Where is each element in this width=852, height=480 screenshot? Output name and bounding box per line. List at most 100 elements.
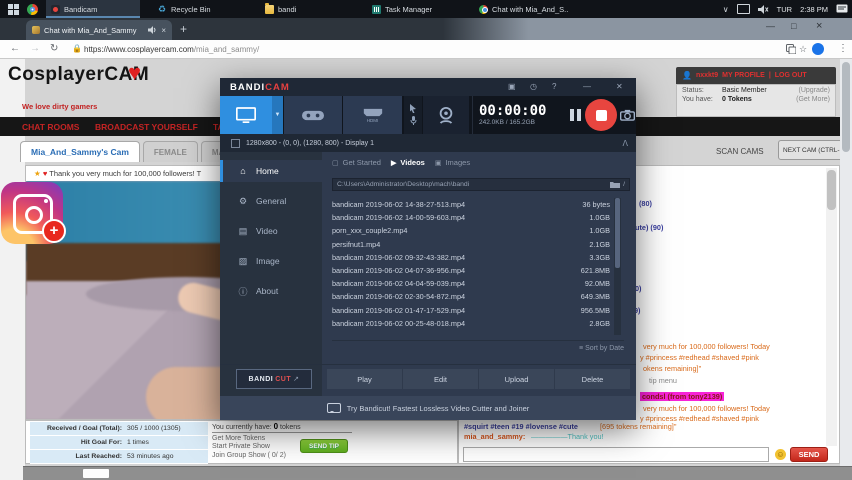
file-row[interactable]: bandicam 2019-06-02 14-38-27-513.mp4 36 … xyxy=(332,198,610,211)
taskbar-app[interactable]: Chat with Mia_And_S... xyxy=(474,0,568,18)
file-row[interactable]: bandicam 2019-06-02 00-25-48-018.mp4 2.8… xyxy=(332,317,610,330)
collapse-chevron-icon[interactable]: ᐱ xyxy=(623,139,628,148)
sidebar-item[interactable]: Home xyxy=(220,160,322,182)
start-button-icon[interactable] xyxy=(8,4,19,15)
screen-recording-mode-button[interactable] xyxy=(220,96,272,134)
tab-audio-icon[interactable] xyxy=(148,26,157,34)
file-name: persifnut1.mp4 xyxy=(332,240,558,249)
library-tab[interactable]: Get Started xyxy=(332,158,381,167)
file-row[interactable]: bandicam 2019-06-02 01-47-17-529.mp4 956… xyxy=(332,304,610,317)
site-nav-link[interactable]: BROADCAST YOURSELF xyxy=(95,122,198,132)
chat-message: (80) xyxy=(639,199,652,208)
open-folder-icon[interactable]: ▣ xyxy=(508,82,516,91)
chat-send-button[interactable]: SEND xyxy=(790,447,828,462)
file-row[interactable]: bandicam 2019-06-02 14-00-59-603.mp4 1.0… xyxy=(332,211,610,224)
back-button[interactable]: ← xyxy=(10,43,20,54)
bandicut-promo-bar[interactable]: Try Bandicut! Fastest Lossless Video Cut… xyxy=(220,396,636,420)
sidebar-item[interactable]: About xyxy=(220,280,322,302)
volume-muted-icon[interactable] xyxy=(758,5,769,14)
my-profile-link[interactable]: MY PROFILE xyxy=(722,72,765,79)
page-vertical-scrollbar[interactable] xyxy=(840,58,852,480)
sidebar-item[interactable]: Image xyxy=(220,250,322,272)
translate-icon[interactable] xyxy=(786,44,796,54)
browser-tab[interactable]: Chat with Mia_And_Sammy × xyxy=(26,20,172,40)
file-action-button[interactable]: Play xyxy=(327,369,403,389)
send-tip-button[interactable]: SEND TIP xyxy=(300,439,348,453)
bandicam-close-button[interactable]: ✕ xyxy=(616,82,623,91)
window-minimize-button[interactable]: — xyxy=(766,21,775,31)
sidebar-item[interactable]: Video xyxy=(220,220,322,242)
new-tab-button[interactable]: + xyxy=(180,22,187,36)
window-close-button[interactable]: × xyxy=(816,20,822,32)
cursor-icon[interactable] xyxy=(409,104,417,113)
file-row[interactable]: bandicam 2019-06-02 02-30-54-872.mp4 649… xyxy=(332,290,610,303)
chrome-launcher-icon[interactable] xyxy=(27,4,38,15)
capture-target-bar[interactable]: 1280x800 - (0, 0), (1280, 800) - Display… xyxy=(220,134,636,152)
taskbar-app[interactable]: bandi xyxy=(260,0,354,18)
notification-icon[interactable] xyxy=(836,4,848,14)
record-stop-button[interactable] xyxy=(584,96,618,134)
tray-clock[interactable]: 2:38 PM xyxy=(800,5,828,14)
instagram-follow-plus-icon[interactable]: + xyxy=(42,219,66,243)
file-row[interactable]: bandicam 2019-06-02 09-32-43-382.mp4 3.3… xyxy=(332,251,610,264)
tray-language[interactable]: TUR xyxy=(777,5,792,14)
library-tab[interactable]: Videos xyxy=(391,158,425,167)
file-name: porn_xxx_couple2.mp4 xyxy=(332,226,558,235)
schedule-icon[interactable]: ◷ xyxy=(530,82,537,91)
taskbar-app[interactable]: Task Manager xyxy=(367,0,461,18)
file-list-scrollbar[interactable] xyxy=(614,198,621,335)
window-maximize-button[interactable]: □ xyxy=(791,21,796,31)
sidebar-item-label: Video xyxy=(256,226,278,236)
cam-tab[interactable]: FEMALE xyxy=(143,141,198,162)
taskbar-app[interactable]: Recycle Bin xyxy=(153,0,247,18)
page-horizontal-scrollbar[interactable] xyxy=(23,466,852,480)
file-row[interactable]: porn_xxx_couple2.mp4 1.0GB xyxy=(332,224,610,237)
file-action-button[interactable]: Edit xyxy=(403,369,479,389)
sidebar-item[interactable]: General xyxy=(220,190,322,212)
cam-tab[interactable]: Mia_And_Sammy's Cam xyxy=(20,141,140,162)
bandicut-button[interactable]: BANDICUT↗ xyxy=(236,369,312,389)
bookmark-star-icon[interactable]: ☆ xyxy=(799,44,807,55)
logout-link[interactable]: LOG OUT xyxy=(775,72,807,79)
webcam-overlay-button[interactable] xyxy=(423,96,469,134)
file-row[interactable]: bandicam 2019-06-02 04-07-36-956.mp4 621… xyxy=(332,264,610,277)
pause-button[interactable] xyxy=(566,96,584,134)
upgrade-link[interactable]: (Upgrade) xyxy=(798,87,830,94)
screen-mode-dropdown[interactable]: ▼ xyxy=(272,96,283,134)
device-recording-mode-button[interactable]: HDMI xyxy=(343,96,402,134)
bandicam-titlebar[interactable]: BANDICAM ▣ ◷ ? — ✕ xyxy=(220,78,636,96)
library-tab[interactable]: Images xyxy=(435,158,470,167)
get-more-link[interactable]: (Get More) xyxy=(796,96,830,103)
url-text[interactable]: https://www.cosplayercam.com/mia_and_sam… xyxy=(84,45,259,54)
emoji-icon[interactable]: ☺ xyxy=(775,449,786,460)
browse-folder-icon[interactable] xyxy=(610,181,620,189)
file-row[interactable]: bandicam 2019-06-02 04-04-59-039.mp4 92.… xyxy=(332,277,610,290)
library-path-bar[interactable]: C:\Users\Administrator\Desktop\mach\band… xyxy=(332,178,630,191)
tab-close-icon[interactable]: × xyxy=(161,26,166,35)
username[interactable]: nxxkt9 xyxy=(696,72,718,79)
reload-button[interactable]: ↻ xyxy=(50,43,58,54)
tray-chevron-icon[interactable]: ∨ xyxy=(723,5,729,14)
bandicam-minimize-button[interactable]: — xyxy=(583,82,591,91)
file-size: 1.0GB xyxy=(558,226,610,235)
browser-menu-icon[interactable]: ⋮ xyxy=(838,43,848,54)
forward-button[interactable]: → xyxy=(30,43,40,54)
profile-avatar[interactable] xyxy=(812,43,824,55)
file-row[interactable]: persifnut1.mp4 2.1GB xyxy=(332,238,610,251)
screenshot-button[interactable] xyxy=(619,96,636,134)
taskbar-app[interactable]: Bandicam xyxy=(46,0,140,18)
game-recording-mode-button[interactable] xyxy=(284,96,342,134)
scan-cams-link[interactable]: SCAN CAMS xyxy=(716,147,764,156)
file-name: bandicam 2019-06-02 04-07-36-956.mp4 xyxy=(332,266,558,275)
sort-by-date[interactable]: ≡ Sort by Date xyxy=(332,340,624,352)
site-nav-link[interactable]: CHAT ROOMS xyxy=(22,122,79,132)
help-icon[interactable]: ? xyxy=(552,82,556,91)
microphone-icon[interactable] xyxy=(410,116,417,126)
file-action-button[interactable]: Delete xyxy=(555,369,630,389)
capture-checkbox[interactable] xyxy=(231,139,240,148)
sidebar-item-icon xyxy=(238,166,248,176)
file-action-button[interactable]: Upload xyxy=(479,369,555,389)
network-icon[interactable] xyxy=(737,4,750,14)
chat-scrollbar[interactable] xyxy=(826,168,837,446)
chat-input[interactable] xyxy=(463,447,769,462)
